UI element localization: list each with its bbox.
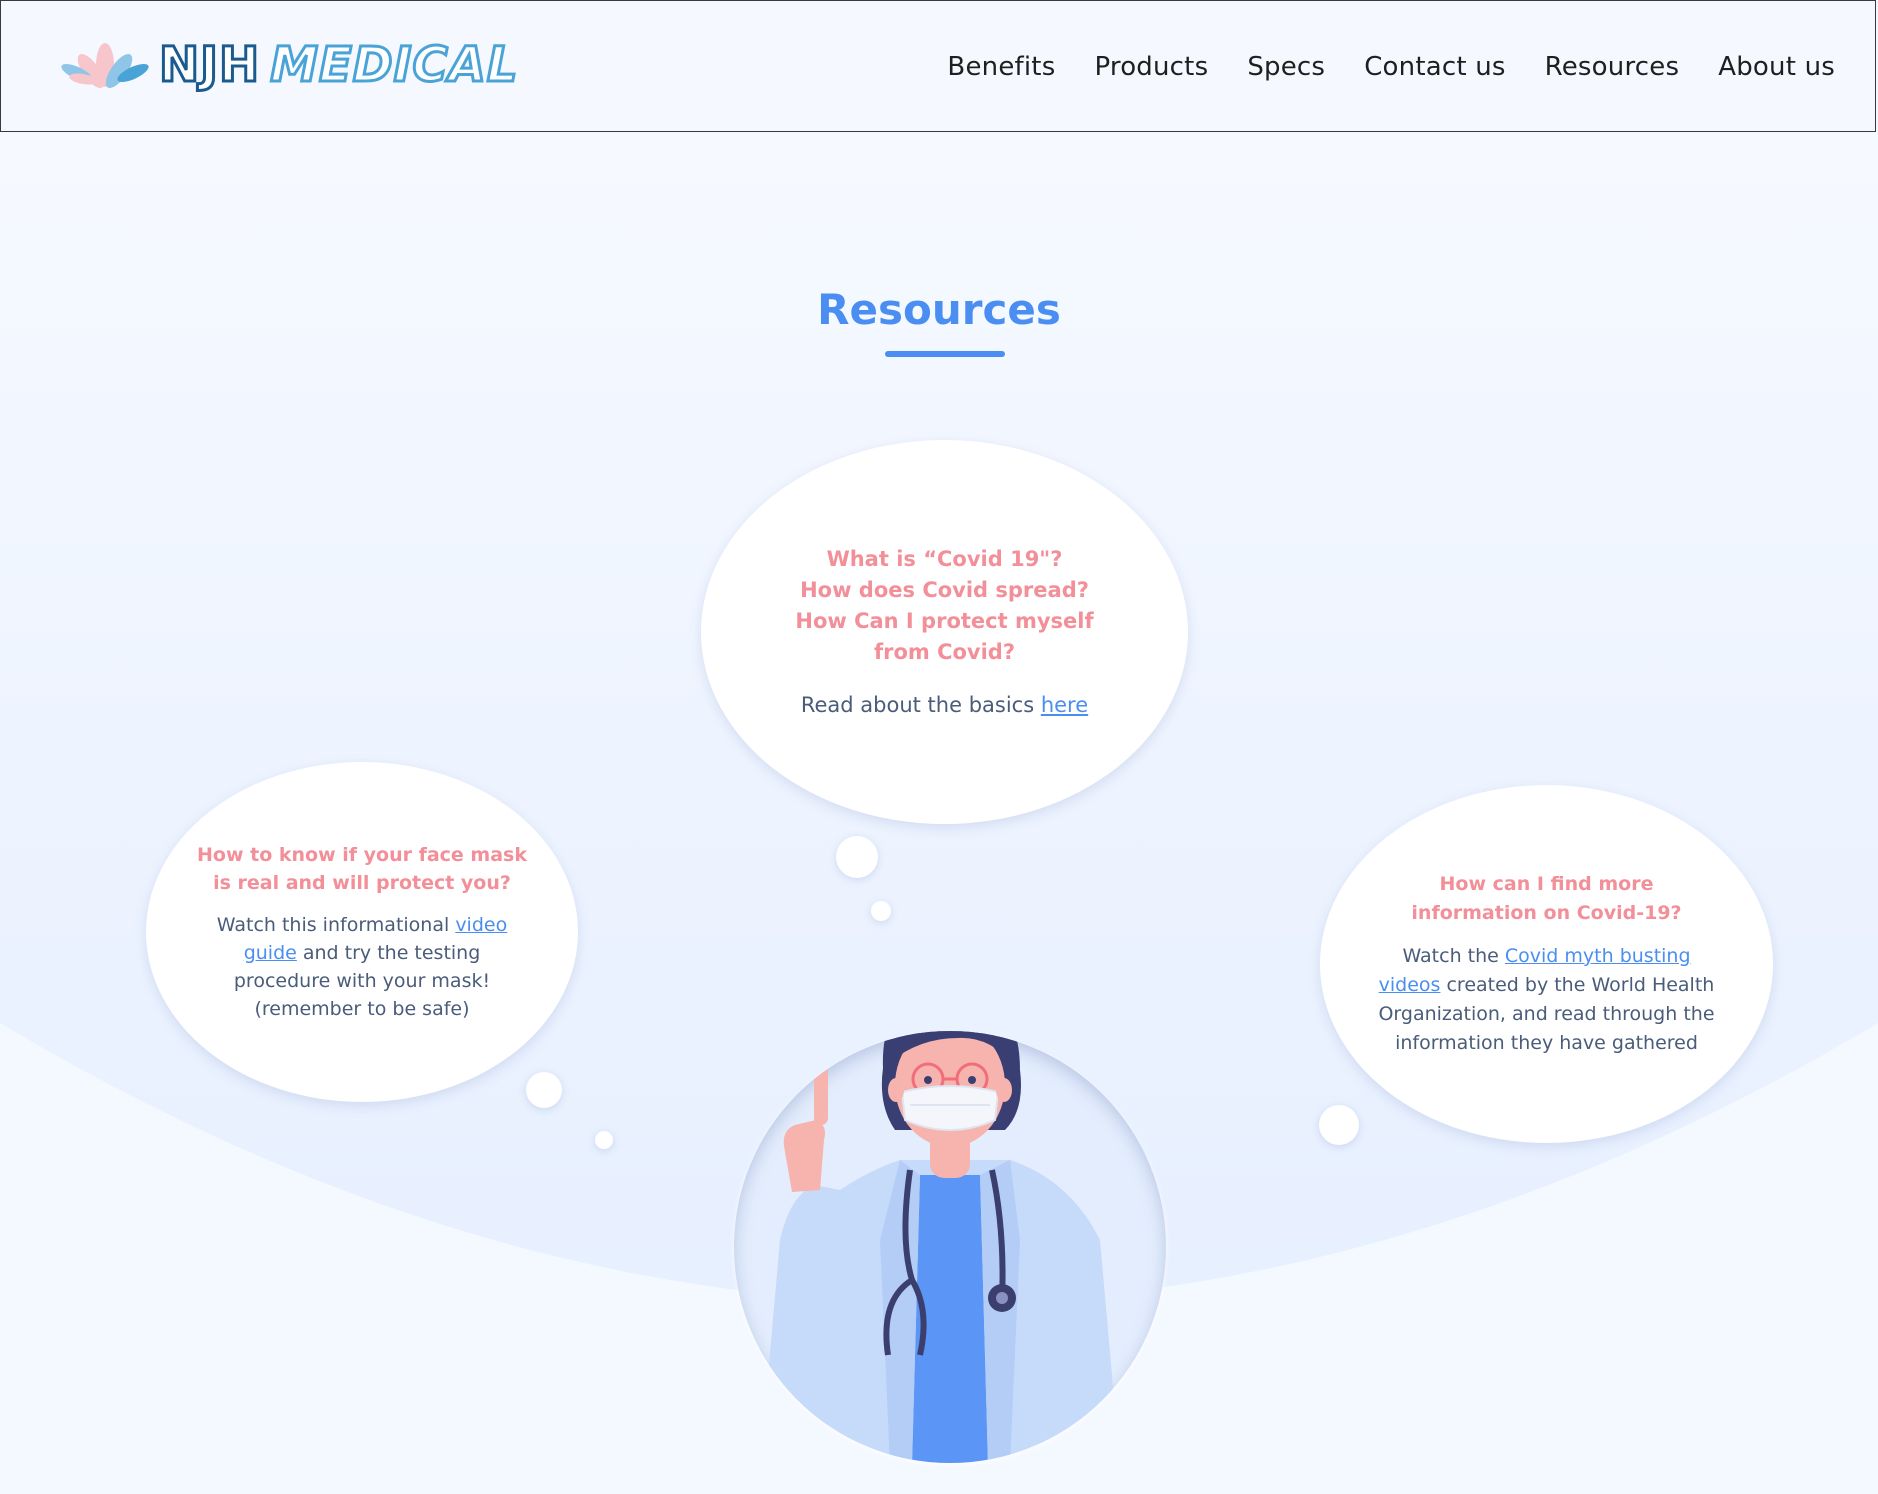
question-face-mask: How to know if your face mask is real an… (196, 844, 527, 894)
brand-logo[interactable]: NJH MEDICAL (61, 35, 531, 99)
brand-name-part1: NJH (157, 36, 261, 95)
basics-here-link[interactable]: here (1041, 693, 1088, 717)
face-mask-text: Watch this informational video guide and… (194, 911, 530, 1023)
nav-products[interactable]: Products (1094, 52, 1208, 82)
basics-text: Read about the basics here (801, 690, 1088, 720)
bubble-more-info: How can I find more information on Covid… (1320, 785, 1773, 1143)
brand-name-part2: MEDICAL (269, 36, 519, 95)
basics-label: Read about the basics (800, 693, 1041, 717)
thought-dot (526, 1072, 562, 1108)
main-nav: Benefits Products Specs Contact us Resou… (908, 1, 1835, 133)
nav-specs[interactable]: Specs (1247, 52, 1325, 82)
nav-resources[interactable]: Resources (1545, 52, 1680, 82)
thought-dot (595, 1131, 613, 1149)
thought-dot (1319, 1105, 1359, 1145)
site-header: NJH MEDICAL Benefits Products Specs Conta… (0, 0, 1876, 132)
question-how-spread: How does Covid spread? (800, 578, 1089, 602)
thought-dot (836, 836, 878, 878)
nav-contact-us[interactable]: Contact us (1364, 52, 1505, 82)
question-more-info: How can I find more information on Covid… (1411, 873, 1682, 924)
more-info-text-before: Watch the (1402, 945, 1505, 967)
page-title: Resources (817, 285, 1061, 334)
nav-benefits[interactable]: Benefits (947, 52, 1055, 82)
face-mask-text-before: Watch this informational (216, 914, 456, 936)
doctor-illustration (760, 1031, 1120, 1463)
thought-dot (871, 901, 891, 921)
title-underline (885, 351, 1005, 357)
bubble-face-mask: How to know if your face mask is real an… (146, 762, 578, 1102)
question-how-protect: How Can I protect myself from Covid? (795, 609, 1094, 664)
question-what-is-covid: What is “Covid 19"? (826, 547, 1063, 571)
bubble-covid-basics: What is “Covid 19"? How does Covid sprea… (701, 440, 1188, 824)
nav-about-us[interactable]: About us (1718, 52, 1835, 82)
more-info-text: Watch the Covid myth busting videos crea… (1375, 942, 1718, 1058)
